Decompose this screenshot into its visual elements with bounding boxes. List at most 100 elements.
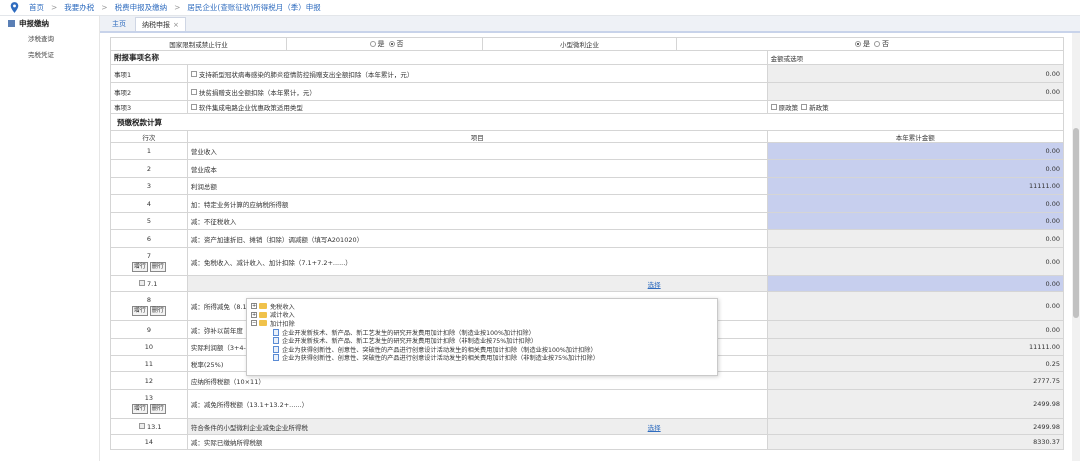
- close-icon[interactable]: ×: [173, 21, 179, 29]
- amount-cell[interactable]: 0.00: [767, 230, 1063, 247]
- sidebar-item-certificate[interactable]: 完税凭证: [0, 47, 99, 63]
- expand-icon[interactable]: +: [251, 303, 257, 310]
- restricted-industry-radio-group[interactable]: 是 否: [287, 38, 483, 50]
- tree-group[interactable]: + 减计收入: [251, 311, 713, 319]
- amount-cell[interactable]: 0.00: [767, 321, 1063, 338]
- item-label: 减：不征税收入: [190, 218, 237, 226]
- tree-leaf[interactable]: 企业开发新技术、新产品、新工艺发生的研究开发费用加计扣除（制造业按100%加计扣…: [251, 328, 713, 337]
- item-label: 减：实际已缴纳所得税额: [190, 439, 263, 447]
- breadcrumb-separator: >: [174, 3, 181, 12]
- table-row: 3 利润总额 11111.00: [110, 178, 1064, 195]
- tab-label: 纳税申报: [142, 21, 170, 29]
- line-number-cell: 14: [111, 435, 188, 449]
- row-checkbox[interactable]: [139, 422, 145, 429]
- item-cell: 减：资产加速折旧、摊销（扣除）调减额（填写A201020）: [188, 230, 768, 247]
- tree-group[interactable]: − 加计扣除: [251, 319, 713, 328]
- radio-yes[interactable]: [369, 41, 376, 47]
- item-label: 加：特定业务计算的应纳税所得额: [190, 200, 289, 209]
- line-number-cell: 6: [111, 230, 188, 247]
- amount-cell[interactable]: 0.00: [767, 276, 1063, 291]
- delete-row-button[interactable]: 删行: [149, 261, 166, 272]
- folder-icon: [259, 311, 267, 318]
- line-number-cell: 13 增行 删行: [111, 390, 188, 418]
- sidebar-item-query[interactable]: 涉税查询: [0, 31, 99, 47]
- amount-cell[interactable]: 0.25: [767, 356, 1063, 371]
- document-icon: [273, 328, 279, 336]
- attached-text: 扶贫捐赠支出全额扣除（本年累计，元）: [188, 83, 768, 100]
- item-cell[interactable]: 符合条件的小型微利企业减免企业所得税 选择: [187, 419, 768, 434]
- amount-cell[interactable]: 0.00: [767, 292, 1063, 320]
- add-row-button[interactable]: 增行: [131, 404, 148, 414]
- amount-cell[interactable]: 11111.00: [767, 339, 1063, 355]
- line-number-cell: 13.1: [111, 419, 188, 434]
- amount-cell[interactable]: 8330.37: [767, 435, 1063, 449]
- item-cell[interactable]: 选择: [187, 276, 768, 291]
- table-row: 14 减：实际已缴纳所得税额 8330.37: [110, 435, 1064, 450]
- amount-cell[interactable]: 0.00: [767, 143, 1063, 159]
- radio-yes[interactable]: [855, 41, 861, 47]
- attached-row: 事项1 支持新型冠状病毒感染的肺炎疫情防控捐赠支出全额扣除（本年累计，元） 0.…: [110, 65, 1064, 83]
- tab-home[interactable]: 主页: [106, 17, 132, 31]
- checkbox[interactable]: [190, 88, 197, 95]
- radio-no[interactable]: [874, 41, 880, 47]
- select-link[interactable]: 选择: [648, 422, 661, 432]
- table-row: 2 营业成本 0.00: [110, 160, 1064, 178]
- item-label: 营业成本: [190, 165, 217, 174]
- item-label: 符合条件的小型微利企业减免企业所得税: [190, 423, 308, 432]
- add-row-button[interactable]: 增行: [131, 306, 148, 316]
- tree-leaf[interactable]: 企业为获得创新性、创意性、突破性的产品进行创意设计活动发生的相关费用加计扣除（非…: [251, 354, 713, 362]
- breadcrumb-declare[interactable]: 税费申报及缴纳: [115, 2, 168, 13]
- amount-cell[interactable]: 0.00: [767, 248, 1063, 275]
- item-label: 减：弥补以前年度: [190, 326, 243, 335]
- small-enterprise-radio-group[interactable]: 是 否: [677, 38, 1063, 50]
- line-number: 3: [146, 182, 151, 190]
- scrollbar-thumb[interactable]: [1073, 128, 1079, 318]
- tree-leaf[interactable]: 企业开发新技术、新产品、新工艺发生的研究开发费用加计扣除（非制造业按75%加计扣…: [251, 336, 713, 345]
- amount-cell[interactable]: 0.00: [767, 213, 1063, 229]
- row-checkbox[interactable]: [139, 279, 145, 286]
- prepay-title: 预缴税款计算: [117, 117, 162, 127]
- amount-input[interactable]: 0.00: [767, 83, 1063, 100]
- delete-row-button[interactable]: 删行: [149, 404, 166, 414]
- table-row: 13.1 符合条件的小型微利企业减免企业所得税 选择 2499.98: [110, 419, 1064, 435]
- item-label: 利润总额: [190, 183, 217, 191]
- amount-input[interactable]: 0.00: [767, 65, 1063, 82]
- amount-cell[interactable]: 2499.98: [767, 419, 1063, 434]
- attached-text-label: 软件集成电路企业优惠政策适用类型: [198, 104, 303, 112]
- collapse-icon[interactable]: −: [251, 320, 257, 327]
- select-link[interactable]: 选择: [648, 279, 661, 289]
- breadcrumb-current[interactable]: 居民企业(查账征收)所得税月（季）申报: [187, 2, 320, 13]
- tree-group[interactable]: + 免税收入: [251, 302, 713, 311]
- amount-cell[interactable]: 0.00: [767, 160, 1063, 177]
- tab-bar: 主页 纳税申报 ×: [100, 16, 1080, 33]
- sidebar-section[interactable]: 申报缴纳: [0, 16, 99, 31]
- expand-icon[interactable]: +: [251, 311, 257, 318]
- document-icon: [273, 345, 279, 353]
- amount-header: 金额或选项: [770, 54, 804, 63]
- attached-text: 软件集成电路企业优惠政策适用类型: [188, 101, 768, 113]
- amount-cell[interactable]: 0.00: [767, 195, 1063, 212]
- table-row: 4 加：特定业务计算的应纳税所得额 0.00: [110, 195, 1064, 213]
- amount-cell[interactable]: 11111.00: [767, 178, 1063, 194]
- add-row-button[interactable]: 增行: [131, 261, 148, 272]
- policy-old-checkbox[interactable]: [770, 104, 777, 110]
- radio-no[interactable]: [388, 41, 395, 47]
- sidebar-section-label: 申报缴纳: [19, 19, 49, 28]
- line-number-cell: 7 增行 删行: [111, 248, 188, 275]
- radio-yes-label: 是: [377, 40, 385, 48]
- tree-leaf[interactable]: 企业为获得创新性、创意性、突破性的产品进行创意设计活动发生的相关费用加计扣除（制…: [251, 345, 713, 354]
- line-number-cell: 5: [111, 213, 188, 229]
- item-cell: 减：实际已缴纳所得税额: [188, 435, 768, 449]
- amount-cell[interactable]: 2499.98: [767, 390, 1063, 418]
- amount-cell[interactable]: 2777.75: [767, 372, 1063, 389]
- checkbox[interactable]: [190, 104, 197, 110]
- breadcrumb-tax[interactable]: 我要办税: [64, 2, 94, 13]
- delete-row-button[interactable]: 删行: [149, 306, 166, 316]
- vertical-scrollbar[interactable]: [1072, 33, 1080, 461]
- item-label: 营业收入: [190, 148, 217, 156]
- checkbox[interactable]: [190, 70, 197, 77]
- breadcrumb-home[interactable]: 首页: [29, 2, 44, 13]
- breadcrumb-separator: >: [101, 3, 108, 12]
- tab-tax-declare[interactable]: 纳税申报 ×: [135, 17, 186, 31]
- policy-new-checkbox[interactable]: [801, 104, 808, 110]
